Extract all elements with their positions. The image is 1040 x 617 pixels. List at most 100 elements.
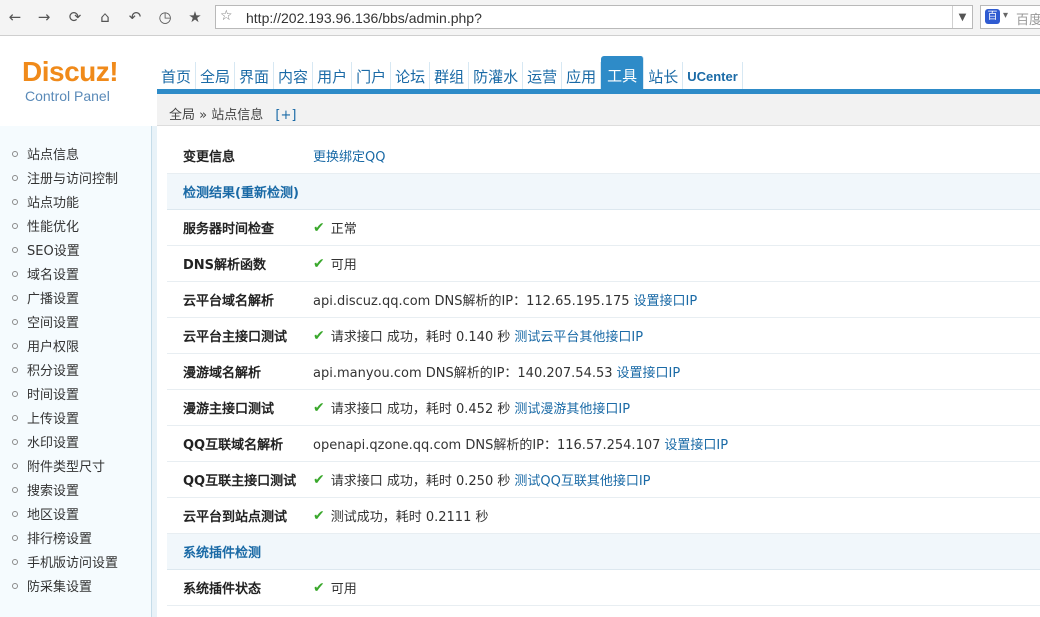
bullet-icon — [12, 462, 18, 469]
bullet-icon — [12, 246, 18, 253]
sidebar: 站点信息注册与访问控制 站点功能性能优化 SEO设置域名设置广播设置空间设置用户权限… — [0, 126, 152, 617]
breadcrumb-add-button[interactable]: [+] — [275, 108, 296, 123]
sidebar-item[interactable]: 性能优化 — [12, 216, 79, 235]
sidebar-item-label[interactable]: 搜索设置 — [27, 480, 79, 499]
sidebar-item-label[interactable]: 防采集设置 — [27, 576, 92, 595]
sidebar-item[interactable]: 附件类型尺寸 — [12, 456, 105, 475]
nav-item-10[interactable]: 应用 — [562, 62, 602, 90]
sidebar-item[interactable]: 站点信息 — [12, 144, 79, 163]
sidebar-item-label[interactable]: 注册与访问控制 — [27, 168, 118, 187]
check-icon: ✔ — [313, 399, 325, 416]
row-link[interactable]: 更换绑定QQ — [313, 146, 385, 165]
sidebar-item-label[interactable]: 空间设置 — [27, 312, 79, 331]
home-icon[interactable]: ⌂ — [94, 6, 116, 28]
sidebar-item-label[interactable]: 广播设置 — [27, 288, 79, 307]
row-value-text: 可用 — [330, 258, 357, 273]
bookmark-page-icon[interactable]: ☆ — [220, 8, 233, 24]
history-icon[interactable]: ◷ — [154, 6, 176, 28]
info-row: 漫游主接口测试 ✔ 请求接口 成功，耗时 0.452 秒测试漫游其他接口IP — [167, 390, 1040, 426]
url-text[interactable]: http://202.193.96.136/bbs/admin.php? — [246, 10, 482, 26]
sidebar-item-label[interactable]: 积分设置 — [27, 360, 79, 379]
sidebar-item-label[interactable]: 地区设置 — [27, 504, 79, 523]
bullet-icon — [12, 318, 18, 325]
sidebar-item[interactable]: 排行榜设置 — [12, 528, 92, 547]
bullet-icon — [12, 486, 18, 493]
breadcrumb-root[interactable]: 全局 — [169, 108, 195, 123]
info-row: 漫游域名解析 api.manyou.com DNS解析的IP：140.207.54… — [167, 354, 1040, 390]
row-link[interactable]: 设置接口IP — [617, 362, 681, 381]
bullet-icon — [12, 342, 18, 349]
sidebar-item[interactable]: 广播设置 — [12, 288, 79, 307]
nav-item-1[interactable]: 全局 — [196, 62, 236, 90]
bullet-icon — [12, 366, 18, 373]
nav-item-9[interactable]: 运营 — [523, 62, 563, 90]
sidebar-item[interactable]: SEO设置 — [12, 240, 80, 259]
nav-item-3[interactable]: 内容 — [274, 62, 314, 90]
sidebar-item[interactable]: 上传设置 — [12, 408, 79, 427]
sidebar-item-label[interactable]: SEO设置 — [27, 240, 80, 259]
undo-icon[interactable]: ↶ — [124, 6, 146, 28]
sidebar-item[interactable]: 防采集设置 — [12, 576, 92, 595]
sidebar-item[interactable]: 手机版访问设置 — [12, 552, 118, 571]
sidebar-item-label[interactable]: 手机版访问设置 — [27, 552, 118, 571]
check-icon: ✔ — [313, 471, 325, 488]
sidebar-item-label[interactable]: 排行榜设置 — [27, 528, 92, 547]
section-title[interactable]: 检测结果(重新检测) — [183, 182, 299, 201]
row-value: ✔ 可用 — [313, 578, 357, 598]
sidebar-item[interactable]: 地区设置 — [12, 504, 79, 523]
sidebar-item[interactable]: 积分设置 — [12, 360, 79, 379]
sidebar-item[interactable]: 水印设置 — [12, 432, 79, 451]
sidebar-item-label[interactable]: 站点功能 — [27, 192, 79, 211]
sidebar-item-label[interactable]: 水印设置 — [27, 432, 79, 451]
sidebar-item[interactable]: 站点功能 — [12, 192, 79, 211]
row-link[interactable]: 测试云平台其他接口IP — [514, 326, 643, 345]
bookmark-star-icon[interactable]: ★ — [184, 6, 206, 28]
nav-item-8[interactable]: 防灌水 — [469, 62, 524, 90]
sidebar-item[interactable]: 时间设置 — [12, 384, 79, 403]
sidebar-item-label[interactable]: 域名设置 — [27, 264, 79, 283]
discuz-logo[interactable]: Discuz! Control Panel — [22, 56, 132, 104]
sidebar-item-label[interactable]: 附件类型尺寸 — [27, 456, 105, 475]
nav-item-0[interactable]: 首页 — [157, 62, 197, 90]
sidebar-item[interactable]: 搜索设置 — [12, 480, 79, 499]
baidu-icon[interactable]: 百 — [985, 9, 1000, 24]
row-link[interactable]: 测试漫游其他接口IP — [514, 398, 630, 417]
info-row: 云平台域名解析 api.discuz.qq.com DNS解析的IP：112.65… — [167, 282, 1040, 318]
forward-icon[interactable]: → — [33, 6, 55, 28]
sidebar-item-label[interactable]: 用户权限 — [27, 336, 79, 355]
check-icon: ✔ — [313, 255, 325, 272]
back-icon[interactable]: ← — [4, 6, 26, 28]
sidebar-item[interactable]: 空间设置 — [12, 312, 79, 331]
sidebar-item[interactable]: 用户权限 — [12, 336, 79, 355]
browser-toolbar: ← → ⟳ ⌂ ↶ ◷ ★ ☆ http://202.193.96.136/bb… — [0, 0, 1040, 36]
sidebar-item-label[interactable]: 上传设置 — [27, 408, 79, 427]
row-value-text: 请求接口 成功，耗时 0.140 秒 — [330, 330, 511, 345]
bullet-icon — [12, 222, 18, 229]
row-value: ✔ 可用 — [313, 254, 357, 274]
section-title[interactable]: 系统插件检测 — [183, 542, 261, 561]
nav-item-7[interactable]: 群组 — [430, 62, 470, 90]
nav-item-5[interactable]: 门户 — [352, 62, 392, 90]
nav-item-12[interactable]: 站长 — [644, 62, 684, 90]
url-dropdown-icon[interactable]: ▼ — [952, 6, 972, 28]
sidebar-item[interactable]: 注册与访问控制 — [12, 168, 118, 187]
reload-icon[interactable]: ⟳ — [64, 6, 86, 28]
bullet-icon — [12, 510, 18, 517]
search-placeholder[interactable]: 百度 — [1016, 9, 1040, 28]
nav-item-13[interactable]: UCenter — [683, 62, 743, 90]
address-bar[interactable]: ☆ http://202.193.96.136/bbs/admin.php? ▼ — [215, 5, 973, 29]
check-icon: ✔ — [313, 507, 325, 524]
row-link[interactable]: 设置接口IP — [634, 290, 698, 309]
nav-item-2[interactable]: 界面 — [235, 62, 275, 90]
nav-item-4[interactable]: 用户 — [313, 62, 353, 90]
row-link[interactable]: 测试QQ互联其他接口IP — [514, 470, 650, 489]
search-box[interactable]: 百 ▾ 百度 — [980, 5, 1040, 29]
sidebar-item-label[interactable]: 时间设置 — [27, 384, 79, 403]
row-link[interactable]: 设置接口IP — [664, 434, 728, 453]
sidebar-item-label[interactable]: 性能优化 — [27, 216, 79, 235]
search-engine-dropdown-icon[interactable]: ▾ — [1003, 10, 1008, 21]
info-row: 云平台主接口测试 ✔ 请求接口 成功，耗时 0.140 秒测试云平台其他接口IP — [167, 318, 1040, 354]
sidebar-item-label[interactable]: 站点信息 — [27, 144, 79, 163]
sidebar-item[interactable]: 域名设置 — [12, 264, 79, 283]
nav-item-6[interactable]: 论坛 — [391, 62, 431, 90]
